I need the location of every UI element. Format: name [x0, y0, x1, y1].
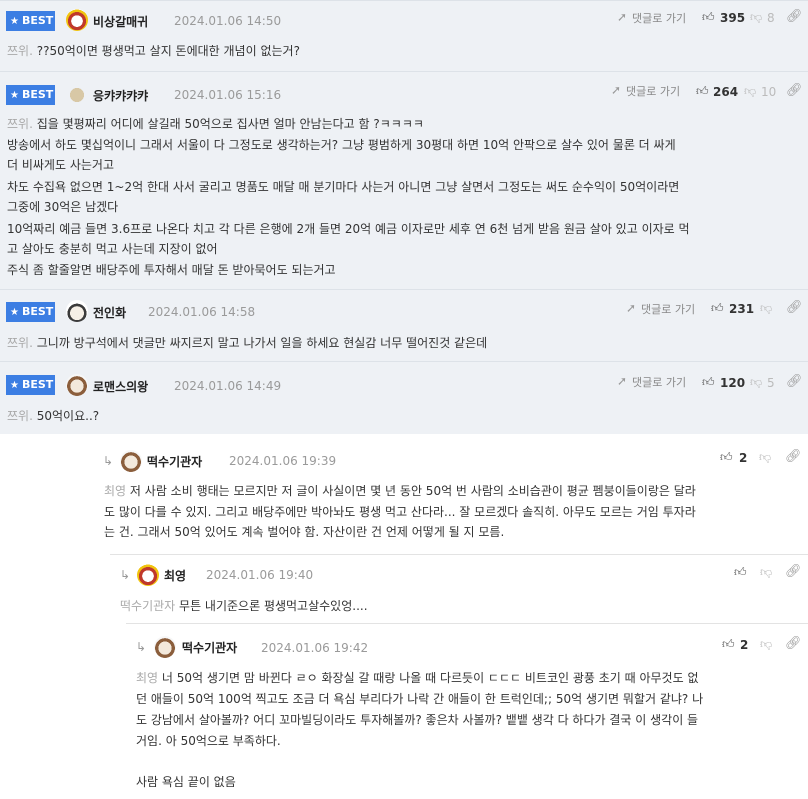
reply-arrow-icon: ➚ [617, 374, 628, 388]
comment-date: 2024.01.06 14:50 [174, 14, 282, 28]
comment-date: 2024.01.06 19:40 [206, 568, 314, 582]
upvote-count: 120 [720, 376, 746, 390]
comment-date: 2024.01.06 19:42 [261, 641, 369, 655]
comment-text: 도 강남에서 살아볼까? 어디 꼬마빌딩이라도 투자해볼까? 좋은차 사볼까? … [136, 713, 699, 727]
reply-link[interactable]: 댓글로 가기 [641, 301, 695, 317]
comment-date: 2024.01.06 14:49 [174, 379, 282, 393]
upvote-count: 395 [720, 11, 746, 25]
best-comment: ★ BEST 로맨스의왕 2024.01.06 14:49 ➚ 댓글로 가기 👍︎… [0, 361, 808, 434]
reply-arrow-icon: ↳ [136, 640, 147, 654]
avatar[interactable] [66, 9, 88, 31]
thumbs-down-icon[interactable]: 👎︎ [760, 637, 772, 652]
comment-text: 쯔위. 50억이요..? [7, 409, 100, 423]
best-comment: ★ BEST 전인화 2024.01.06 14:58 ➚ 댓글로 가기 👍︎ 2… [0, 289, 808, 361]
upvote-count: 2 [740, 638, 749, 652]
best-badge: ★ BEST [6, 302, 55, 322]
reply-link[interactable]: 댓글로 가기 [632, 10, 686, 26]
upvote-count: 231 [729, 302, 755, 316]
comment-text: 그중에 30억은 남겠다 [7, 200, 119, 214]
reply-comment: ↳ 최영 2024.01.06 19:40 👍︎ 👎︎ 🔗︎ 떡수기관자 무튼 … [110, 554, 808, 623]
best-comment: ★ BEST 비상갈매귀 2024.01.06 14:50 ➚ 댓글로 가기 👍︎… [0, 0, 808, 71]
comment-text: 방송에서 하도 몇십억이니 그래서 서울이 다 그정도로 생각하는거? 그냥 평… [7, 138, 676, 152]
avatar[interactable] [66, 374, 88, 396]
comment-date: 2024.01.06 14:58 [148, 305, 256, 319]
link-icon[interactable]: 🔗︎ [786, 374, 803, 389]
author-nick[interactable]: 비상갈매귀 [93, 13, 148, 30]
star-icon: ★ [10, 380, 19, 391]
comment-text: 더 비싸게도 사는거고 [7, 158, 114, 172]
link-icon[interactable]: 🔗︎ [786, 83, 803, 98]
upvote-count: 2 [739, 451, 748, 465]
thumbs-up-icon[interactable]: 👍︎ [702, 10, 715, 25]
thumbs-up-icon[interactable]: 👍︎ [734, 565, 747, 580]
star-icon: ★ [10, 90, 19, 101]
reply-comment: ↳ 떡수기관자 2024.01.06 19:39 👍︎ 2 👎︎ 🔗︎ 최영 저… [93, 434, 808, 554]
thumbs-up-icon[interactable]: 👍︎ [722, 637, 735, 652]
author-nick[interactable]: 떡수기관자 [182, 639, 237, 656]
thumbs-down-icon[interactable]: 👎︎ [750, 375, 762, 390]
thumbs-up-icon[interactable]: 👍︎ [696, 84, 709, 99]
avatar[interactable] [68, 86, 86, 104]
thumbs-up-icon[interactable]: 👍︎ [711, 301, 724, 316]
author-nick[interactable]: 최영 [164, 567, 186, 584]
comment-text: 최영 너 50억 생기면 맘 바뀐다 ㄹㅇ 화장실 갈 때랑 나올 때 다르듯이… [136, 671, 699, 685]
thumbs-up-icon[interactable]: 👍︎ [702, 375, 715, 390]
best-badge: ★ BEST [6, 11, 55, 31]
avatar[interactable] [120, 450, 142, 472]
star-icon: ★ [10, 16, 19, 27]
comment-date: 2024.01.06 19:39 [229, 454, 337, 468]
reply-link[interactable]: 댓글로 가기 [626, 83, 680, 99]
reply-arrow-icon: ➚ [617, 10, 628, 24]
comment-text: 고 살아도 충분히 먹고 사는데 지장이 없어 [7, 242, 218, 256]
comment-text: 쯔위. ??50억이면 평생먹고 살지 돈에대한 개념이 없는거? [7, 44, 300, 58]
comment-text: 도 많이 다를 수 있지. 그리고 배당주에만 박아놔도 평생 먹고 산다라..… [104, 505, 696, 519]
comment-text: 떡수기관자 무튼 내기준으론 평생먹고살수있엉.... [120, 599, 368, 613]
link-icon[interactable]: 🔗︎ [785, 564, 802, 579]
reply-arrow-icon: ↳ [120, 568, 131, 582]
link-icon[interactable]: 🔗︎ [785, 636, 802, 651]
comment-text: 차도 수집욕 없으면 1~2억 한대 사서 굴리고 명품도 매달 매 분기마다 … [7, 180, 680, 194]
avatar[interactable] [66, 300, 88, 322]
comment-text: 쯔위. 그니까 방구석에서 댓글만 싸지르지 말고 나가서 일을 하세요 현실감… [7, 336, 488, 350]
thumbs-down-icon[interactable]: 👎︎ [759, 450, 771, 465]
link-icon[interactable]: 🔗︎ [785, 449, 802, 464]
downvote-count: 5 [767, 376, 775, 390]
avatar[interactable] [137, 564, 159, 586]
comment-text: 거임. 아 50억으로 부족하다. [136, 734, 281, 748]
comment-text: 10억짜리 예금 들면 3.6프로 나온다 치고 각 다른 은행에 2개 들면 … [7, 222, 690, 236]
author-nick[interactable]: 전인화 [93, 304, 126, 321]
author-nick[interactable]: 떡수기관자 [147, 453, 202, 470]
thumbs-down-icon[interactable]: 👎︎ [744, 84, 756, 99]
comment-text: 던 애들이 50억 100억 찍고도 조금 더 욕심 부리다가 나락 간 애들이… [136, 692, 704, 706]
best-badge: ★ BEST [6, 85, 55, 105]
link-icon[interactable]: 🔗︎ [786, 300, 803, 315]
thumbs-down-icon[interactable]: 👎︎ [760, 301, 772, 316]
thumbs-down-icon[interactable]: 👎︎ [760, 565, 772, 580]
comment-date: 2024.01.06 15:16 [174, 88, 282, 102]
link-icon[interactable]: 🔗︎ [786, 9, 803, 24]
downvote-count: 8 [767, 11, 775, 25]
avatar[interactable] [154, 636, 176, 658]
author-nick[interactable]: 로맨스의왕 [93, 378, 148, 395]
downvote-count: 10 [761, 85, 777, 99]
reply-arrow-icon: ➚ [611, 83, 622, 97]
author-nick[interactable]: 응캬캬캬캬 [93, 87, 148, 104]
best-badge: ★ BEST [6, 375, 55, 395]
comment-text: 주식 좀 할줄알면 배당주에 투자해서 매달 돈 받아묵어도 되는거고 [7, 263, 336, 277]
reply-arrow-icon: ↳ [103, 454, 114, 468]
reply-link[interactable]: 댓글로 가기 [632, 374, 686, 390]
thumbs-down-icon[interactable]: 👎︎ [750, 10, 762, 25]
best-comment: ★ BEST 응캬캬캬캬 2024.01.06 15:16 ➚ 댓글로 가기 👍︎… [0, 71, 808, 289]
comment-text: 사람 욕심 끝이 없음 [136, 775, 236, 789]
comment-text: 쯔위. 집을 몇평짜리 어디에 살길래 50억으로 집사면 얼마 안남는다고 함… [7, 117, 424, 131]
comment-text: 는 건. 그래서 50억 있어도 계속 벌어야 함. 자산이란 건 언제 어떻게… [104, 525, 505, 539]
upvote-count: 264 [713, 85, 739, 99]
reply-arrow-icon: ➚ [626, 301, 637, 315]
reply-comment: ↳ 떡수기관자 2024.01.06 19:42 👍︎ 2 👎︎ 🔗︎ 최영 너… [126, 623, 808, 799]
thumbs-up-icon[interactable]: 👍︎ [720, 450, 733, 465]
star-icon: ★ [10, 307, 19, 318]
comment-text: 최영 저 사람 소비 행태는 모르지만 저 글이 사실이면 몇 년 동안 50억… [104, 484, 696, 498]
